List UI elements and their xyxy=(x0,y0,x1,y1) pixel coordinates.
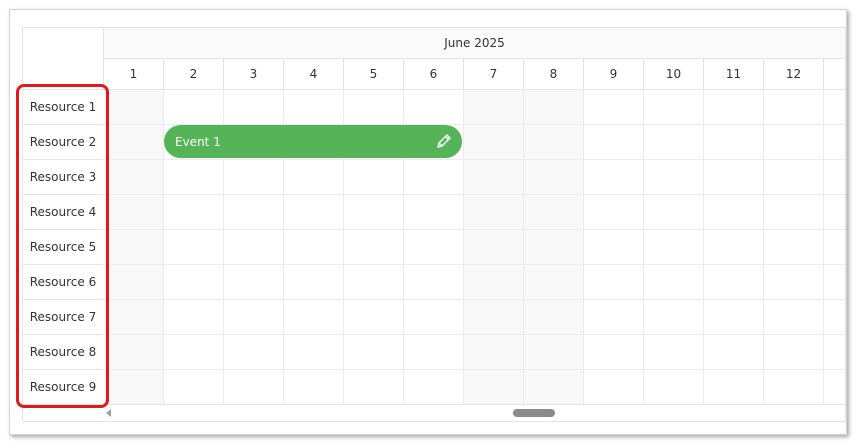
header-corner xyxy=(23,28,104,90)
grid-column[interactable] xyxy=(704,90,764,405)
day-header-3: 3 xyxy=(224,59,284,89)
row-divider xyxy=(104,299,845,300)
grid-column[interactable] xyxy=(104,90,164,405)
grid-column[interactable] xyxy=(584,90,644,405)
grid-column[interactable] xyxy=(824,90,845,405)
resource-row-1[interactable]: Resource 1 xyxy=(23,90,103,125)
event-bar[interactable]: Event 1 xyxy=(164,125,462,158)
day-header-2: 2 xyxy=(164,59,224,89)
day-header-9: 9 xyxy=(584,59,644,89)
resource-row-9[interactable]: Resource 9 xyxy=(23,370,103,405)
resource-row-6[interactable]: Resource 6 xyxy=(23,265,103,300)
month-header: June 2025 xyxy=(104,28,845,59)
arrow-left-icon[interactable] xyxy=(106,409,111,417)
grid-column[interactable] xyxy=(464,90,524,405)
resource-row-5[interactable]: Resource 5 xyxy=(23,230,103,265)
resource-row-3[interactable]: Resource 3 xyxy=(23,160,103,195)
day-header-4: 4 xyxy=(284,59,344,89)
day-header-7: 7 xyxy=(464,59,524,89)
day-header-1: 1 xyxy=(104,59,164,89)
day-header-13 xyxy=(824,59,845,89)
row-divider xyxy=(104,334,845,335)
grid-column[interactable] xyxy=(764,90,824,405)
row-divider xyxy=(104,264,845,265)
resource-row-8[interactable]: Resource 8 xyxy=(23,335,103,370)
day-header-5: 5 xyxy=(344,59,404,89)
scheduler: June 2025 1 2 3 4 5 6 7 8 9 10 11 12 Res… xyxy=(22,27,846,422)
day-header-8: 8 xyxy=(524,59,584,89)
resource-row-7[interactable]: Resource 7 xyxy=(23,300,103,335)
row-divider xyxy=(104,159,845,160)
day-header-6: 6 xyxy=(404,59,464,89)
scrollbar-thumb[interactable] xyxy=(513,409,555,417)
row-divider xyxy=(104,194,845,195)
resource-row-2[interactable]: Resource 2 xyxy=(23,125,103,160)
days-header: 1 2 3 4 5 6 7 8 9 10 11 12 xyxy=(104,59,845,90)
horizontal-scrollbar[interactable] xyxy=(104,404,845,421)
row-divider xyxy=(104,369,845,370)
day-header-10: 10 xyxy=(644,59,704,89)
event-label: Event 1 xyxy=(175,134,221,149)
resource-row-4[interactable]: Resource 4 xyxy=(23,195,103,230)
grid-column[interactable] xyxy=(524,90,584,405)
pencil-icon[interactable] xyxy=(435,132,453,150)
day-header-11: 11 xyxy=(704,59,764,89)
day-header-12: 12 xyxy=(764,59,824,89)
grid-column[interactable] xyxy=(644,90,704,405)
row-divider xyxy=(104,229,845,230)
